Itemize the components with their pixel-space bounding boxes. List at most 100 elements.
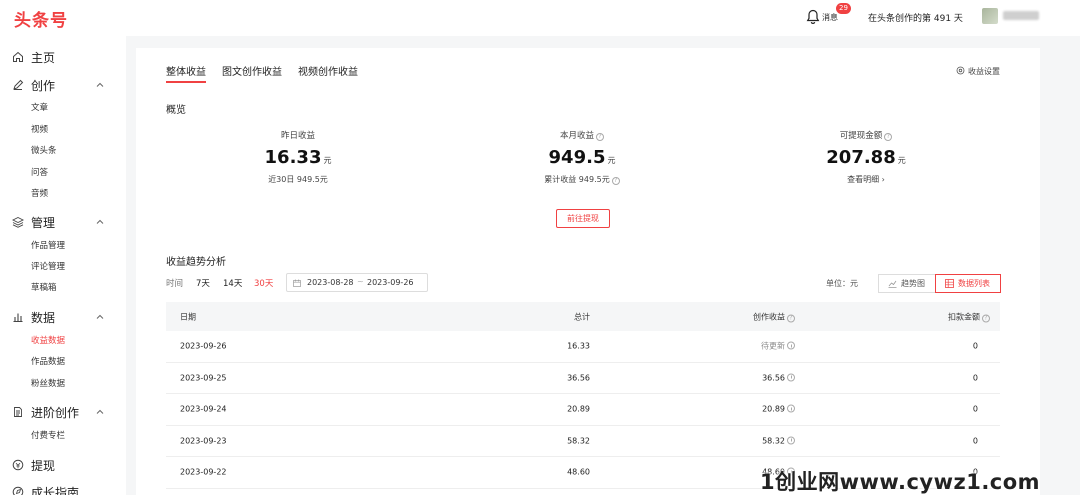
trend-chart-button[interactable]: 趋势图: [878, 274, 936, 293]
chevron-up-icon[interactable]: [96, 408, 104, 416]
stat-label: 昨日收益: [280, 131, 315, 141]
info-icon[interactable]: [787, 436, 795, 445]
stat-unit: 元: [897, 156, 906, 165]
line-chart-icon: [888, 280, 897, 288]
info-icon[interactable]: [787, 341, 795, 350]
date-end: 2023-09-26: [367, 278, 414, 287]
column-creation-earnings: 创作收益: [753, 312, 785, 321]
sidebar-item-paid-column[interactable]: 付费专栏: [31, 429, 65, 441]
data-list-label: 数据列表: [958, 279, 990, 288]
data-list-button[interactable]: 数据列表: [935, 274, 1001, 293]
help-icon[interactable]: ?: [596, 133, 604, 141]
help-icon[interactable]: ?: [884, 133, 893, 141]
avatar[interactable]: [982, 8, 998, 24]
view-details-link[interactable]: 查看明细 ›: [766, 174, 966, 185]
stat-value: 207.88: [826, 147, 896, 168]
earnings-settings-link[interactable]: 收益设置: [956, 66, 1000, 77]
sidebar-item-audio[interactable]: 音频: [31, 187, 48, 199]
cell-total: 20.89: [567, 404, 590, 414]
earnings-table: 日期 总计 创作收益? 扣款金额? 2023-09-26 16.33 待更新 0…: [166, 302, 1000, 489]
username-blurred[interactable]: [1003, 11, 1039, 20]
messages-label: 消息: [822, 13, 838, 22]
sidebar-item-works-manage[interactable]: 作品管理: [31, 239, 65, 251]
coin-icon: [12, 459, 24, 471]
tab-video-earnings[interactable]: 视频创作收益: [298, 63, 358, 78]
sidebar-section-advanced[interactable]: 进阶创作: [12, 403, 112, 423]
cell-total: 58.32: [567, 436, 590, 446]
chevron-up-icon[interactable]: [96, 218, 104, 226]
stat-value: 949.5: [548, 147, 606, 168]
gear-icon: [956, 66, 965, 75]
document-icon: [14, 407, 22, 417]
cell-total: 16.33: [567, 341, 590, 351]
sidebar-section-manage[interactable]: 管理: [12, 213, 112, 233]
pen-icon: [13, 79, 24, 90]
sidebar-section-data[interactable]: 数据: [12, 308, 112, 328]
table-row: 2023-09-26 16.33 待更新 0: [166, 331, 1000, 363]
earnings-settings-label: 收益设置: [968, 67, 1000, 76]
column-total: 总计: [574, 312, 590, 321]
cell-date: 2023-09-23: [180, 436, 227, 446]
cell-deduction: 0: [972, 404, 978, 414]
cell-total: 48.60: [567, 467, 590, 477]
info-icon[interactable]: [787, 373, 795, 382]
sidebar-item-works-data[interactable]: 作品数据: [31, 355, 65, 367]
chevron-up-icon[interactable]: [96, 81, 104, 89]
cell-date: 2023-09-26: [180, 341, 227, 351]
table-row: 2023-09-24 20.89 20.89 0: [166, 394, 1000, 426]
bell-icon: [806, 9, 820, 24]
sidebar-section-create[interactable]: 创作: [12, 76, 112, 96]
stat-unit: 元: [323, 156, 332, 165]
help-icon[interactable]: ?: [611, 177, 620, 185]
guide-icon: [12, 486, 24, 495]
unit-label: 单位：元: [826, 279, 858, 288]
sidebar-item-qa[interactable]: 问答: [31, 166, 48, 178]
sidebar-item-drafts[interactable]: 草稿箱: [31, 281, 57, 293]
time-filter-label: 时间: [166, 279, 184, 289]
cell-creation: 36.56: [762, 373, 785, 383]
trend-title: 收益趋势分析: [166, 257, 226, 268]
date-range-picker[interactable]: 2023-08-28 ~ 2023-09-26: [286, 273, 428, 292]
toutiao-logo[interactable]: 头条号: [14, 6, 68, 31]
sidebar-item-growth-guide[interactable]: 成长指南: [12, 483, 112, 495]
info-icon[interactable]: [787, 404, 795, 413]
stat-label: 可提现金额: [839, 131, 883, 141]
sidebar-item-fans-data[interactable]: 粉丝数据: [31, 377, 65, 389]
sidebar-item-micro-post[interactable]: 微头条: [31, 144, 57, 156]
help-icon[interactable]: ?: [982, 314, 990, 322]
earnings-panel: 整体收益 图文创作收益 视频创作收益 收益设置 概览 昨日收益 16.33 元 近…: [136, 48, 1040, 495]
stat-label: 本月收益: [559, 131, 594, 141]
sidebar-item-home[interactable]: 主页: [12, 48, 112, 68]
table-row: 2023-09-23 58.32 58.32 0: [166, 426, 1000, 457]
go-withdraw-button[interactable]: 前往提现: [556, 209, 610, 228]
range-30d-button[interactable]: 30天: [254, 277, 273, 289]
list-icon: [945, 279, 954, 288]
range-14d-button[interactable]: 14天: [223, 277, 242, 289]
help-icon[interactable]: ?: [787, 314, 795, 322]
tab-article-earnings[interactable]: 图文创作收益: [222, 63, 282, 78]
stat-withdrawable: 可提现金额? 207.88 元 查看明细 ›: [766, 129, 966, 185]
cell-deduction: 0: [972, 373, 978, 383]
sidebar-item-earnings-data[interactable]: 收益数据: [31, 334, 65, 346]
home-icon: [13, 51, 23, 62]
cell-creation: 20.89: [762, 404, 785, 414]
sidebar-item-withdraw[interactable]: 提现: [12, 456, 112, 476]
date-separator: ~: [357, 277, 364, 286]
top-bar: 头条号 消息 29 在头条创作的第 491 天: [0, 0, 1080, 36]
chevron-up-icon[interactable]: [96, 313, 104, 321]
bar-chart-icon: [13, 313, 23, 323]
tab-overall-earnings[interactable]: 整体收益: [166, 63, 206, 83]
sidebar-item-comments-manage[interactable]: 评论管理: [31, 260, 65, 272]
sidebar-item-article[interactable]: 文章: [31, 101, 48, 113]
column-deduction: 扣款金额: [948, 312, 980, 321]
table-header: 日期 总计 创作收益? 扣款金额?: [166, 302, 1000, 331]
trend-chart-label: 趋势图: [901, 279, 925, 288]
range-7d-button[interactable]: 7天: [196, 277, 210, 289]
cell-creation: 58.32: [762, 436, 785, 446]
stat-subtext: 近30日 949.5元: [268, 175, 328, 184]
cell-creation: 待更新: [761, 341, 785, 351]
sidebar-item-video[interactable]: 视频: [31, 123, 48, 135]
calendar-icon: [293, 279, 301, 287]
messages-button[interactable]: 消息 29: [806, 3, 851, 27]
messages-badge: 29: [836, 3, 851, 14]
